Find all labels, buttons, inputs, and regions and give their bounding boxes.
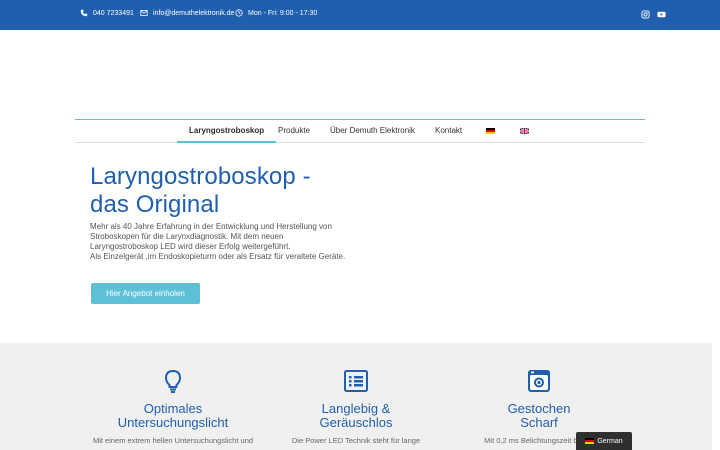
- top-bar: 040 7233491 info@demuthelektronik.de Mon…: [0, 0, 720, 30]
- feature-title: Gestochen Scharf: [444, 402, 634, 430]
- hours-text: Mon - Fri: 9:00 - 17:30: [248, 9, 318, 17]
- feature-title-line1: Langlebig &: [321, 401, 391, 416]
- language-switcher[interactable]: German: [576, 432, 632, 450]
- feature-text: Die Power LED Technik steht für lange: [291, 436, 421, 445]
- main-nav: Laryngostroboskop Produkte Über Demuth E…: [75, 119, 645, 143]
- feature-title: Optimales Untersuchungslicht: [78, 402, 268, 430]
- hero-text-line: Laryngostroboskop LED wird dieser Erfolg…: [90, 242, 291, 251]
- hero-title-line2: das Original: [90, 191, 220, 218]
- camera-icon: [528, 370, 550, 392]
- feature-title-line2: Geräuschlos: [319, 415, 393, 430]
- phone-icon: [80, 9, 88, 17]
- youtube-icon[interactable]: [657, 10, 666, 19]
- uk-flag-icon[interactable]: [520, 128, 529, 134]
- clock-icon: [235, 9, 243, 17]
- email-contact[interactable]: info@demuthelektronik.de: [140, 9, 234, 17]
- list-icon: [344, 370, 368, 392]
- lightbulb-icon: [164, 369, 182, 393]
- email-address: info@demuthelektronik.de: [153, 9, 235, 17]
- request-offer-button[interactable]: Hier Angebot einholen: [91, 283, 200, 304]
- feature-title: Langlebig & Geräuschlos: [261, 402, 451, 430]
- phone-number: 040 7233491: [93, 9, 134, 17]
- opening-hours: Mon - Fri: 9:00 - 17:30: [235, 9, 317, 17]
- feature-title-line1: Gestochen: [507, 401, 571, 416]
- phone-contact[interactable]: 040 7233491: [80, 9, 134, 17]
- feature-text: Mit einem extrem hellen Untersuchungslic…: [92, 436, 254, 445]
- german-flag-icon: [585, 438, 595, 444]
- nav-item-produkte[interactable]: Produkte: [278, 120, 310, 143]
- hero-description: Mehr als 40 Jahre Erfahrung in der Entwi…: [90, 222, 370, 262]
- german-flag-icon[interactable]: [486, 128, 495, 134]
- feature-title-line1: Optimales: [143, 401, 203, 416]
- hero-text-line: Als Einzelgerät ,im Endoskopieturm oder …: [90, 252, 346, 261]
- feature-title-line2: Scharf: [520, 415, 558, 430]
- feature-title-line2: Untersuchungslicht: [117, 415, 229, 430]
- hero-title: Laryngostroboskop - das Original: [90, 163, 390, 219]
- language-label: German: [597, 437, 623, 445]
- nav-item-kontakt[interactable]: Kontakt: [435, 120, 462, 143]
- envelope-icon: [140, 10, 148, 16]
- hero-text-line: Stroboskopen für die Larynxdiagnostik. M…: [90, 232, 284, 241]
- nav-item-laryngostroboskop[interactable]: Laryngostroboskop: [177, 120, 277, 143]
- nav-item-ueber-demuth[interactable]: Über Demuth Elektronik: [330, 120, 415, 143]
- instagram-icon[interactable]: [641, 10, 650, 19]
- hero-title-line1: Laryngostroboskop -: [90, 163, 311, 190]
- hero-text-line: Mehr als 40 Jahre Erfahrung in der Entwi…: [90, 222, 332, 231]
